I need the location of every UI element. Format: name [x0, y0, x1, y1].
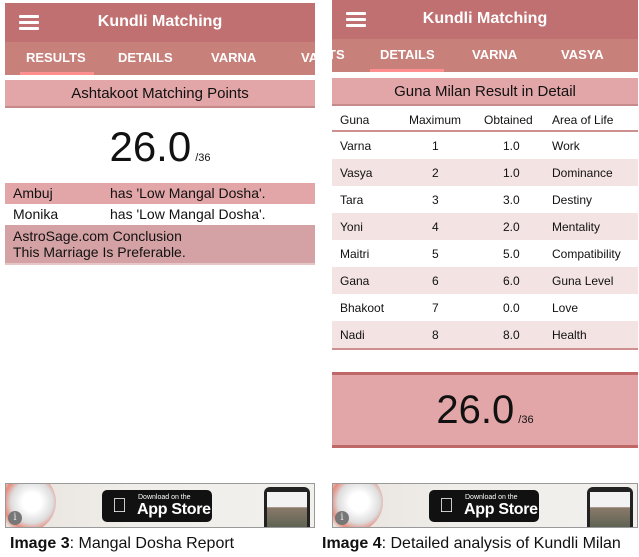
maximum-points: 1: [432, 139, 439, 153]
tab-vasya[interactable]: VASYA: [561, 47, 604, 62]
area-of-life: Love: [552, 301, 579, 315]
area-of-life: Dominance: [552, 166, 613, 180]
caption-text: : Mangal Dosha Report: [69, 535, 235, 552]
maximum-points: 7: [432, 301, 439, 315]
info-icon[interactable]: i: [335, 511, 349, 525]
area-of-life: Health: [552, 328, 587, 342]
store-small-text: Download on the: [138, 494, 191, 501]
section-title: Ashtakoot Matching Points: [5, 80, 315, 108]
phone-image: [587, 487, 633, 527]
mangal-dosha-screen: Kundli Matching RESULTS DETAILS VARNA VA…: [5, 3, 315, 533]
table-header: Guna Maximum Obtained Area of Life: [332, 106, 638, 132]
area-of-life: Guna Level: [552, 274, 614, 288]
table-row: Maitri 5 5.0 Compatibility: [332, 240, 638, 267]
ad-banner[interactable]: i  Download on the App Store: [5, 483, 315, 528]
area-of-life: Work: [552, 139, 580, 153]
area-of-life: Compatibility: [552, 247, 621, 261]
conclusion-box: AstroSage.com Conclusion This Marriage I…: [5, 225, 315, 265]
header-obtained: Obtained: [484, 113, 533, 127]
guna-name: Vasya: [340, 166, 373, 180]
guna-name: Tara: [340, 193, 364, 207]
active-tab-indicator: [20, 72, 94, 75]
apple-logo-icon: : [112, 495, 127, 518]
active-tab-indicator: [370, 69, 444, 72]
app-store-button[interactable]:  Download on the App Store: [102, 490, 212, 522]
tab-bar: RESULTS DETAILS VARNA VA: [5, 42, 315, 75]
figure-caption: Image 4: Detailed analysis of Kundli Mil…: [322, 535, 621, 553]
caption-text: : Detailed analysis of Kundli Milan: [381, 535, 621, 552]
guna-name: Yoni: [340, 220, 363, 234]
guna-name: Varna: [340, 139, 372, 153]
tab-results[interactable]: RESULTS: [26, 50, 86, 65]
table-row: Tara 3 3.0 Destiny: [332, 186, 638, 213]
score-value: 26.0: [436, 388, 515, 432]
tab-varna[interactable]: VARNA: [211, 50, 256, 65]
table-row: Bhakoot 7 0.0 Love: [332, 294, 638, 321]
maximum-points: 3: [432, 193, 439, 207]
area-of-life: Destiny: [552, 193, 593, 207]
guna-name: Gana: [340, 274, 370, 288]
dosha-status: has 'Low Mangal Dosha'.: [110, 206, 266, 222]
store-small-text: Download on the: [465, 494, 518, 501]
guna-table: Guna Maximum Obtained Area of Life Varna…: [332, 106, 638, 350]
maximum-points: 4: [432, 220, 439, 234]
person-name: Ambuj: [13, 185, 53, 201]
conclusion-title: AstroSage.com Conclusion: [13, 228, 182, 244]
tab-varna[interactable]: VARNA: [472, 47, 517, 62]
app-title: Kundli Matching: [97, 13, 223, 30]
score-max: /36: [195, 152, 211, 164]
app-title: Kundli Matching: [422, 10, 548, 27]
area-of-life: Mentality: [552, 220, 601, 234]
figure-caption: Image 3: Mangal Dosha Report: [10, 535, 234, 553]
maximum-points: 8: [432, 328, 439, 342]
maximum-points: 6: [432, 274, 439, 288]
total-score: 26.0/36: [5, 123, 315, 183]
tab-vasya[interactable]: VA: [301, 50, 315, 65]
store-big-text: App Store: [464, 501, 538, 518]
guna-name: Maitri: [340, 247, 370, 261]
app-store-button[interactable]:  Download on the App Store: [429, 490, 539, 522]
info-icon[interactable]: i: [8, 511, 22, 525]
table-row: Gana 6 6.0 Guna Level: [332, 267, 638, 294]
person-name: Monika: [13, 206, 59, 222]
conclusion-text: This Marriage Is Preferable.: [13, 244, 186, 260]
apple-logo-icon: : [439, 495, 454, 518]
dosha-row: Ambuj has 'Low Mangal Dosha'.: [5, 183, 315, 204]
guna-name: Bhakoot: [340, 301, 385, 315]
guna-name: Nadi: [340, 328, 365, 342]
ad-banner[interactable]: i  Download on the App Store: [332, 483, 638, 528]
guna-milan-detail-screen: Kundli Matching TS DETAILS VARNA VASYA G…: [332, 0, 638, 530]
score-value: 26.0: [109, 123, 192, 170]
tab-details[interactable]: DETAILS: [380, 47, 435, 62]
total-score: 26.0/36: [332, 372, 638, 448]
dosha-status: has 'Low Mangal Dosha'.: [110, 185, 266, 201]
tab-details[interactable]: DETAILS: [118, 50, 173, 65]
table-row: Vasya 2 1.0 Dominance: [332, 159, 638, 186]
app-bar: Kundli Matching: [332, 0, 638, 39]
table-row: Yoni 4 2.0 Mentality: [332, 213, 638, 240]
maximum-points: 5: [432, 247, 439, 261]
header-maximum: Maximum: [409, 113, 462, 127]
tab-results[interactable]: TS: [332, 47, 345, 62]
section-title: Guna Milan Result in Detail: [332, 78, 638, 106]
phone-image: [264, 487, 310, 527]
maximum-points: 2: [432, 166, 439, 180]
caption-label: Image 3: [10, 535, 70, 552]
header-guna: Guna: [340, 113, 370, 127]
table-row: Nadi 8 8.0 Health: [332, 321, 638, 348]
score-max: /36: [518, 414, 534, 426]
app-bar: Kundli Matching: [5, 3, 315, 42]
table-divider: [332, 348, 638, 350]
store-big-text: App Store: [137, 501, 211, 518]
caption-label: Image 4: [322, 535, 382, 552]
table-row: Varna 1 1.0 Work: [332, 132, 638, 159]
header-area-of-life: Area of Life: [552, 113, 614, 127]
tab-bar: TS DETAILS VARNA VASYA: [332, 39, 638, 72]
dosha-row: Monika has 'Low Mangal Dosha'.: [5, 204, 315, 225]
